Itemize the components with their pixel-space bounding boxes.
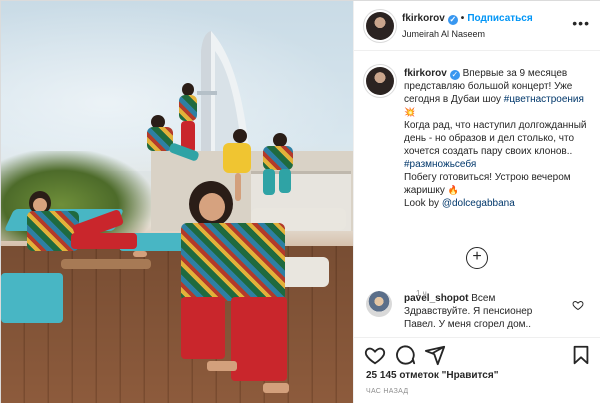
follow-button[interactable]: Подписаться xyxy=(467,13,532,24)
post-timestamp: ЧАС НАЗАД xyxy=(366,388,409,395)
caption-username[interactable]: fkirkorov xyxy=(404,68,447,79)
author-avatar[interactable] xyxy=(366,12,394,40)
verified-badge-icon: ✓ xyxy=(447,15,458,25)
sparkle-emoji-icon: 💥 xyxy=(404,107,416,117)
separator-dot: • xyxy=(460,13,465,24)
mention-link[interactable]: @dolcegabbana xyxy=(442,198,515,209)
verified-badge-icon: ✓ xyxy=(449,70,460,80)
sun-lounger xyxy=(1,273,63,323)
post-photo[interactable] xyxy=(1,1,353,403)
post-details-panel: fkirkorov ✓ • Подписаться Jumeirah Al Nasee… xyxy=(353,1,600,403)
post-location[interactable]: Jumeirah Al Naseem xyxy=(402,29,485,39)
sun-lounger-frame xyxy=(61,259,151,269)
more-options-icon[interactable]: ••• xyxy=(572,15,590,31)
author-line: fkirkorov ✓ • Подписаться xyxy=(402,13,533,25)
comment-like-heart-icon[interactable] xyxy=(572,299,584,311)
comment-icon[interactable] xyxy=(394,344,416,366)
caption-author-avatar[interactable] xyxy=(366,67,394,95)
likes-count[interactable]: 25 145 отметок "Нравится" xyxy=(366,370,498,381)
caption-text: fkirkorov ✓ Впервые за 9 месяцев представ… xyxy=(404,67,596,210)
caption-text-4: Look by xyxy=(404,198,440,209)
post-actions: 25 145 отметок "Нравится" ЧАС НАЗАД xyxy=(354,337,600,403)
caption-text-2: Когда рад, что наступил долгожданный ден… xyxy=(404,120,587,157)
hashtag-link[interactable]: #размножьсебя xyxy=(404,159,476,170)
heart-icon[interactable] xyxy=(364,344,386,366)
bookmark-icon[interactable] xyxy=(570,344,592,366)
author-username[interactable]: fkirkorov xyxy=(402,13,445,24)
post-header: fkirkorov ✓ • Подписаться Jumeirah Al Nasee… xyxy=(354,1,600,51)
comment-text: pavel_shopot Всем Здравствуйте. Я пенсио… xyxy=(404,292,564,331)
commenter-avatar[interactable] xyxy=(366,291,392,317)
comment-item: pavel_shopot Всем Здравствуйте. Я пенсио… xyxy=(366,291,594,331)
instagram-post-window: fkirkorov ✓ • Подписаться Jumeirah Al Nasee… xyxy=(0,0,600,403)
share-icon[interactable] xyxy=(424,344,446,366)
hashtag-link[interactable]: #цветнастроения xyxy=(504,94,584,105)
commenter-username[interactable]: pavel_shopot xyxy=(404,293,468,304)
load-more-comments-button[interactable]: + xyxy=(466,247,488,269)
caption-text-3: Побегу готовиться! Устрою вечером жаришк… xyxy=(404,172,571,196)
fire-emoji-icon: 🔥 xyxy=(447,185,459,195)
